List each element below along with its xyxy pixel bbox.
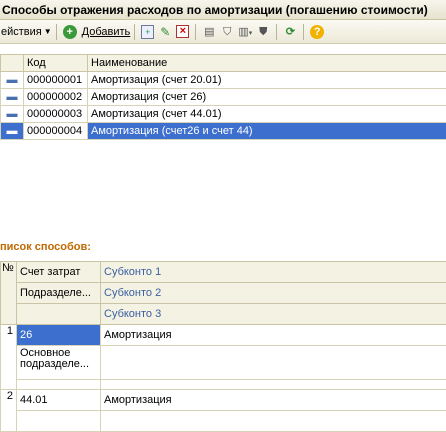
section-title: писок способов: bbox=[0, 238, 446, 256]
table-header: № Счет затрат Субконто 1 bbox=[1, 262, 446, 283]
actions-label: ействия bbox=[1, 26, 42, 38]
add-button-label: Добавить bbox=[82, 26, 131, 38]
list-empty-area bbox=[0, 150, 446, 234]
help-icon[interactable]: ? bbox=[310, 25, 324, 39]
add-icon: + bbox=[63, 25, 77, 39]
row-icon: ▬ bbox=[1, 72, 24, 89]
table-row[interactable]: Основное подразделе... bbox=[1, 346, 446, 380]
chevron-down-icon: ▼ bbox=[44, 27, 52, 36]
column-header-subconto1[interactable]: Субконто 1 bbox=[101, 262, 446, 283]
window-title: Способы отражения расходов по амортизаци… bbox=[0, 0, 446, 20]
row-name: Амортизация (счет 44.01) bbox=[88, 106, 446, 123]
header-blank bbox=[17, 304, 101, 325]
filter-list-icon[interactable]: ▥▾ bbox=[238, 25, 252, 39]
row-subconto2[interactable] bbox=[101, 346, 446, 380]
row-account[interactable]: 26 bbox=[17, 325, 101, 346]
row-code: 000000004 bbox=[24, 123, 88, 140]
row-icon: ▬ bbox=[1, 123, 24, 140]
table-row[interactable]: 2 44.01 Амортизация bbox=[1, 390, 446, 411]
row-subdivision[interactable] bbox=[17, 411, 101, 432]
column-header-num[interactable]: № bbox=[1, 262, 17, 325]
separator bbox=[303, 24, 304, 40]
row-subdivision[interactable]: Основное подразделе... bbox=[17, 346, 101, 380]
add-button[interactable]: + Добавить bbox=[61, 25, 131, 39]
separator bbox=[56, 24, 57, 40]
copy-icon[interactable]: + bbox=[141, 25, 154, 39]
toolbar: ействия ▼ + Добавить + ✎ × ▤ ⛉ ▥▾ ⛊ ⟳ ? bbox=[0, 20, 446, 44]
table-row[interactable]: ▬ 000000003 Амортизация (счет 44.01) bbox=[1, 106, 446, 123]
row-subconto3[interactable] bbox=[101, 380, 446, 390]
actions-menu[interactable]: ействия ▼ bbox=[0, 26, 52, 38]
table-row[interactable]: ▬ 000000002 Амортизация (счет 26) bbox=[1, 89, 446, 106]
table-header: Код Наименование bbox=[1, 55, 446, 72]
list-table: Код Наименование ▬ 000000001 Амортизация… bbox=[0, 54, 446, 140]
column-header-subconto3[interactable]: Субконто 3 bbox=[101, 304, 446, 325]
edit-icon[interactable]: ✎ bbox=[158, 25, 172, 39]
row-icon: ▬ bbox=[1, 89, 24, 106]
filter-icon[interactable]: ▤ bbox=[202, 25, 216, 39]
row-subconto1[interactable]: Амортизация bbox=[101, 325, 446, 346]
methods-table: № Счет затрат Субконто 1 Подразделе... С… bbox=[0, 261, 446, 432]
row-icon: ▬ bbox=[1, 106, 24, 123]
row-num: 1 bbox=[1, 325, 17, 390]
delete-icon[interactable]: × bbox=[176, 25, 189, 38]
row-name: Амортизация (счет 26) bbox=[88, 89, 446, 106]
row-blank bbox=[17, 380, 101, 390]
separator bbox=[195, 24, 196, 40]
column-header-subconto2[interactable]: Субконто 2 bbox=[101, 283, 446, 304]
separator bbox=[134, 24, 135, 40]
row-code: 000000003 bbox=[24, 106, 88, 123]
row-name: Амортизация (счет26 и счет 44) bbox=[88, 123, 446, 140]
row-name: Амортизация (счет 20.01) bbox=[88, 72, 446, 89]
table-row[interactable]: ▬ 000000001 Амортизация (счет 20.01) bbox=[1, 72, 446, 89]
row-subconto1[interactable]: Амортизация bbox=[101, 390, 446, 411]
table-row[interactable]: 1 26 Амортизация bbox=[1, 325, 446, 346]
table-header: Подразделе... Субконто 2 bbox=[1, 283, 446, 304]
table-header: Субконто 3 bbox=[1, 304, 446, 325]
row-subconto2[interactable] bbox=[101, 411, 446, 432]
table-row[interactable] bbox=[1, 411, 446, 432]
header-marker bbox=[1, 55, 24, 72]
table-row-selected[interactable]: ▬ 000000004 Амортизация (счет26 и счет 4… bbox=[1, 123, 446, 140]
clear-filter-icon[interactable]: ⛊ bbox=[256, 25, 270, 39]
filter-setting-icon[interactable]: ⛉ bbox=[220, 25, 234, 39]
column-header-subdivision[interactable]: Подразделе... bbox=[17, 283, 101, 304]
refresh-icon[interactable]: ⟳ bbox=[283, 25, 297, 39]
table-row[interactable] bbox=[1, 380, 446, 390]
row-code: 000000002 bbox=[24, 89, 88, 106]
row-account[interactable]: 44.01 bbox=[17, 390, 101, 411]
column-header-name[interactable]: Наименование bbox=[88, 55, 446, 72]
row-code: 000000001 bbox=[24, 72, 88, 89]
row-num: 2 bbox=[1, 390, 17, 432]
separator bbox=[276, 24, 277, 40]
column-header-code[interactable]: Код bbox=[24, 55, 88, 72]
column-header-account[interactable]: Счет затрат bbox=[17, 262, 101, 283]
